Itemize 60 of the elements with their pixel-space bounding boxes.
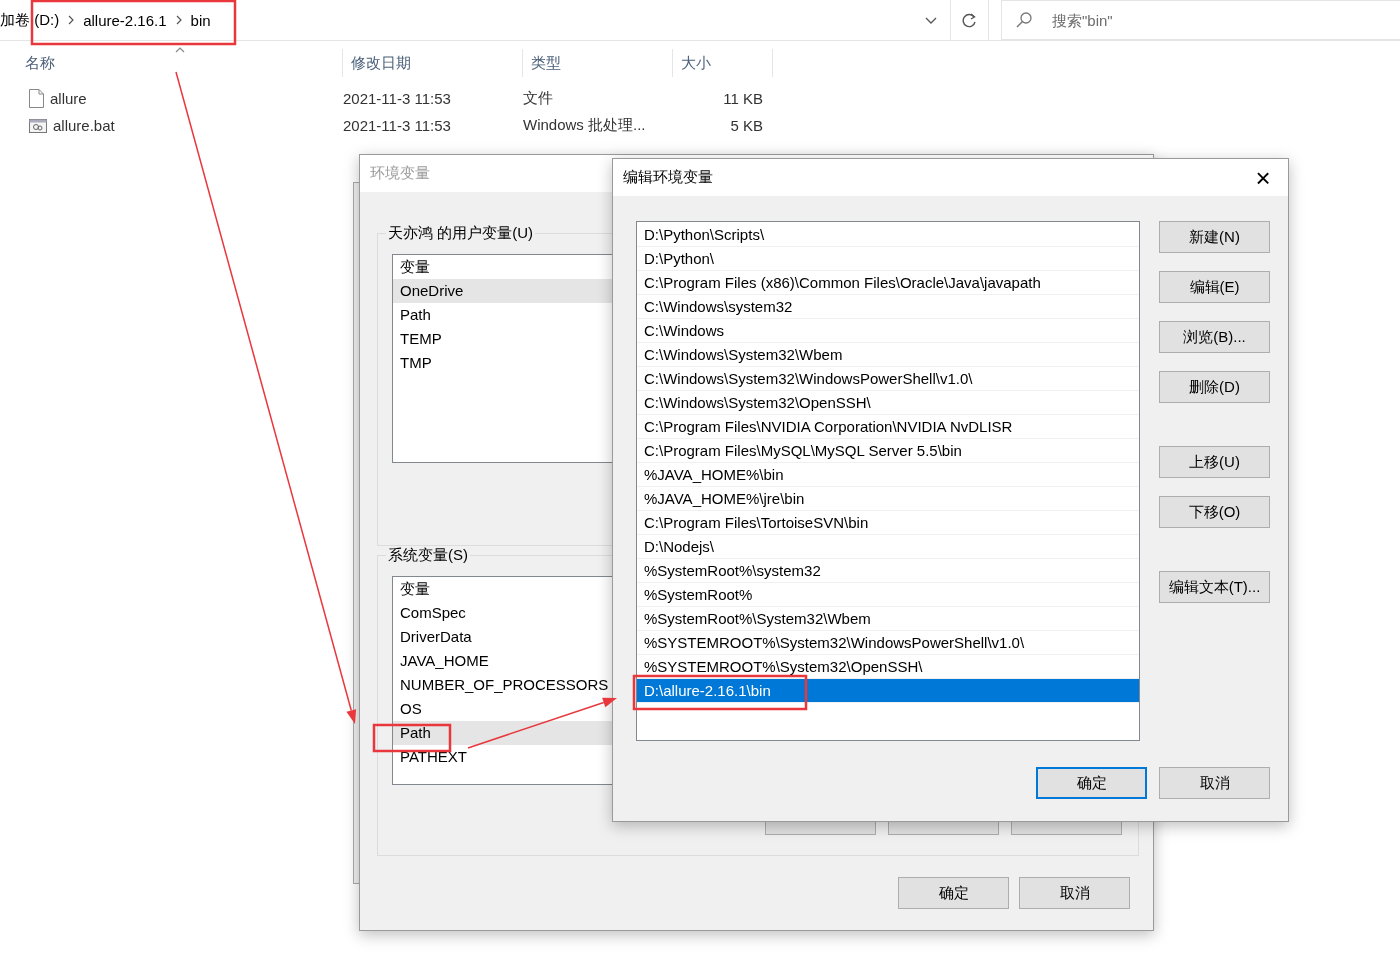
- list-item[interactable]: %SystemRoot%\system32: [637, 559, 1139, 583]
- dialog-button[interactable]: 取消: [1019, 877, 1130, 909]
- search-field[interactable]: 搜索"bin": [1001, 0, 1400, 40]
- group-title: 天亦鸿 的用户变量(U): [387, 224, 534, 243]
- list-item[interactable]: C:\Program Files\NVIDIA Corporation\NVIDIA NvDLISR: [637, 415, 1139, 439]
- dialog-button[interactable]: 确定: [898, 877, 1009, 909]
- group-title: 系统变量(S): [387, 546, 469, 565]
- dialog-button[interactable]: 取消: [1159, 767, 1270, 799]
- list-item[interactable]: %SystemRoot%\System32\Wbem: [637, 607, 1139, 631]
- file-name[interactable]: allure: [50, 90, 87, 107]
- list-item[interactable]: %JAVA_HOME%\jre\bin: [637, 487, 1139, 511]
- search-icon: [1016, 12, 1032, 28]
- list-item[interactable]: C:\Program Files\MySQL\MySQL Server 5.5\bin: [637, 439, 1139, 463]
- list-item[interactable]: C:\Program Files (x86)\Common Files\Oracle\Java\javapath: [637, 271, 1139, 295]
- chevron-icon: [67, 15, 76, 25]
- file-type: 文件: [523, 89, 554, 108]
- file-icon: [29, 89, 44, 108]
- dialog-button[interactable]: 浏览(B)...: [1159, 321, 1270, 353]
- list-item[interactable]: D:\Python\Scripts\: [637, 223, 1139, 247]
- dialog-button[interactable]: 上移(U): [1159, 446, 1270, 478]
- list-item[interactable]: C:\Windows\System32\Wbem: [637, 343, 1139, 367]
- file-name[interactable]: allure.bat: [53, 117, 115, 134]
- list-item[interactable]: %SystemRoot%: [637, 583, 1139, 607]
- list-item[interactable]: C:\Windows\System32\OpenSSH\: [637, 391, 1139, 415]
- modified-date: 2021-11-3 11:53: [343, 90, 452, 107]
- close-button[interactable]: ×: [1252, 164, 1274, 191]
- dialog-button[interactable]: 编辑(E): [1159, 271, 1270, 303]
- list-item[interactable]: D:\Nodejs\: [637, 535, 1139, 559]
- dialog-button[interactable]: 下移(O): [1159, 496, 1270, 528]
- sort-caret-icon: [175, 47, 185, 53]
- batch-file-icon: [29, 117, 47, 134]
- column-header[interactable]: 名称: [0, 49, 343, 77]
- ok-button[interactable]: 确定: [1036, 767, 1147, 799]
- list-item[interactable]: C:\Windows\system32: [637, 295, 1139, 319]
- path-list[interactable]: [636, 221, 1140, 741]
- file-size: 11 KB: [722, 90, 763, 107]
- chevron-icon: [174, 15, 183, 25]
- caret-icon: [925, 16, 937, 24]
- list-item[interactable]: %JAVA_HOME%\bin: [637, 463, 1139, 487]
- dialog-button[interactable]: 新建(N): [1159, 221, 1270, 253]
- column-header[interactable]: 大小: [673, 49, 773, 77]
- column-header[interactable]: 修改日期: [343, 49, 523, 77]
- window-title: 环境变量: [370, 164, 430, 183]
- breadcrumb-item[interactable]: bin: [190, 11, 211, 29]
- list-item[interactable]: C:\Windows: [637, 319, 1139, 343]
- list-item[interactable]: C:\Program Files\TortoiseSVN\bin: [637, 511, 1139, 535]
- dialog-button[interactable]: 删除(D): [1159, 371, 1270, 403]
- file-type: Windows 批处理...: [523, 116, 647, 135]
- file-size: 5 KB: [729, 117, 763, 134]
- list-item[interactable]: D:\Python\: [637, 247, 1139, 271]
- list-item[interactable]: D:\allure-2.16.1\bin: [637, 679, 1139, 703]
- modified-date: 2021-11-3 11:53: [343, 117, 452, 134]
- breadcrumb-item[interactable]: 加卷 (D:): [0, 10, 60, 30]
- refresh-icon: [962, 12, 977, 28]
- breadcrumb-item[interactable]: allure-2.16.1: [83, 11, 167, 29]
- list-item[interactable]: C:\Windows\System32\WindowsPowerShell\v1.0\: [637, 367, 1139, 391]
- list-item[interactable]: %SYSTEMROOT%\System32\WindowsPowerShell\v1.0\: [637, 631, 1139, 655]
- window-title: 编辑环境变量: [623, 168, 713, 187]
- column-header[interactable]: 类型: [523, 49, 673, 77]
- dialog-button[interactable]: 编辑文本(T)...: [1159, 571, 1270, 603]
